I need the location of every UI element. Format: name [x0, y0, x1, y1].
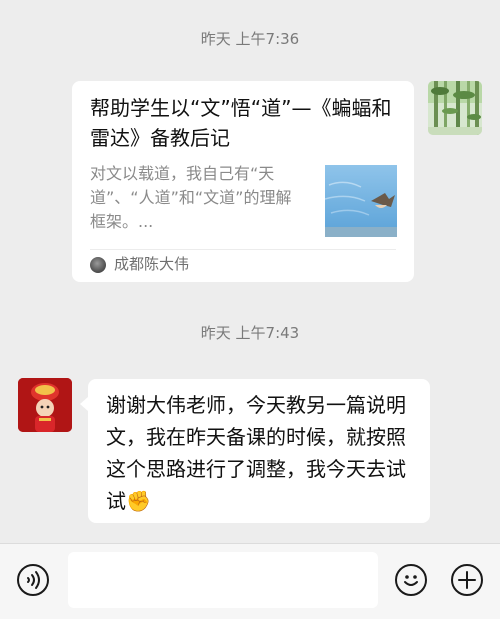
red-figure-avatar-image — [18, 378, 72, 432]
link-card-source: 成都陈大伟 — [114, 255, 190, 273]
bamboo-avatar-image — [428, 81, 482, 135]
voice-button[interactable] — [17, 564, 49, 596]
more-button[interactable] — [451, 564, 483, 596]
contact-avatar[interactable] — [18, 378, 72, 432]
link-card-description: 对文以载道，我自己有“天道”、“人道”和“文道”的理解框架。... — [90, 164, 292, 231]
text-message-bubble[interactable]: 谢谢大伟老师，今天教另一篇说明文，我在昨天备课的时候，就按照这个思路进行了调整，… — [80, 379, 430, 523]
timestamp: 昨天 上午7:36 — [200, 30, 300, 48]
link-card-divider — [90, 249, 396, 250]
link-card-title: 帮助学生以“文”悟“道”—《蝙蝠和雷达》备教后记 — [90, 96, 392, 150]
input-bar — [0, 543, 500, 619]
link-card-thumbnail — [325, 165, 397, 237]
message-text: 谢谢大伟老师，今天教另一篇说明文，我在昨天备课的时候，就按照这个思路进行了调整，… — [106, 393, 406, 513]
source-account-icon — [90, 257, 106, 273]
plus-icon — [458, 571, 476, 589]
bat-thumbnail-image — [325, 181, 397, 237]
self-avatar[interactable] — [428, 81, 482, 135]
link-card-message[interactable]: 帮助学生以“文”悟“道”—《蝙蝠和雷达》备教后记 对文以载道，我自己有“天道”、… — [72, 81, 414, 282]
emoji-button[interactable] — [395, 564, 427, 596]
message-input[interactable] — [68, 552, 378, 608]
voice-icon — [27, 571, 40, 589]
timestamp: 昨天 上午7:43 — [200, 324, 300, 342]
emoji-icon — [404, 575, 418, 586]
